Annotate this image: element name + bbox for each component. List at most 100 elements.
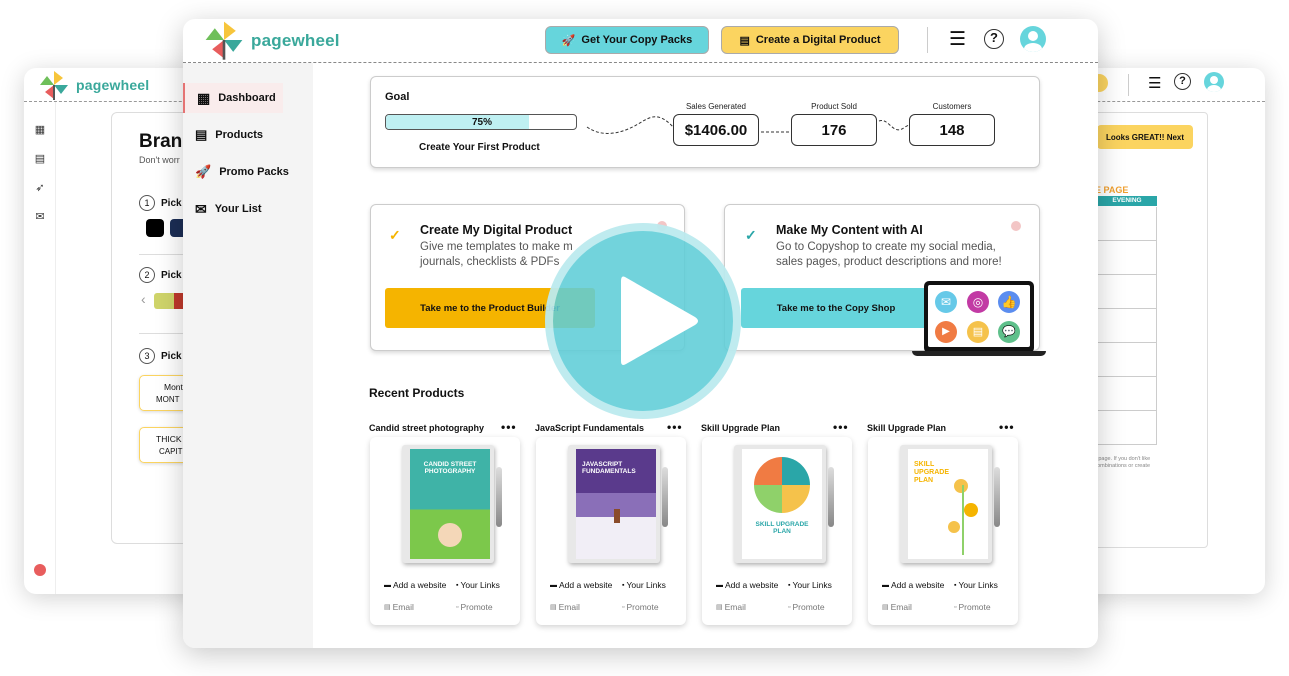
- logo-text: pagewheel: [76, 77, 150, 93]
- like-icon: 👍: [998, 291, 1020, 313]
- mail-icon: ✉: [195, 200, 207, 217]
- card-description: Give me templates to make m: [420, 241, 573, 253]
- website-icon: ▬: [882, 581, 889, 589]
- website-icon: ▬: [550, 581, 557, 589]
- hexagon-icon[interactable]: [34, 564, 46, 576]
- add-website-link[interactable]: ▬ Add a website: [550, 580, 612, 590]
- add-website-link[interactable]: ▬ Add a website: [716, 580, 778, 590]
- color-swatch-black[interactable]: [146, 219, 164, 237]
- email-icon: ▤: [384, 604, 391, 611]
- font-option-line: MONT: [156, 395, 180, 404]
- list-icon[interactable]: ☰: [949, 28, 966, 51]
- get-copy-packs-label: Get Your Copy Packs: [581, 34, 693, 46]
- planner-grid: [1089, 207, 1157, 445]
- create-digital-product-button[interactable]: ▤ Create a Digital Product: [721, 26, 899, 54]
- stat-customers: 148: [909, 114, 995, 146]
- your-links-link[interactable]: ▪ Your Links: [622, 580, 666, 590]
- product-name: Skill Upgrade Plan: [867, 423, 947, 433]
- get-copy-packs-button[interactable]: 🚀 Get Your Copy Packs: [545, 26, 709, 54]
- more-options-icon[interactable]: •••: [999, 420, 1015, 434]
- dashboard-icon[interactable]: ▦: [34, 124, 46, 136]
- more-options-icon[interactable]: •••: [501, 420, 517, 434]
- card-description: journals, checklists & PDFs: [420, 256, 560, 268]
- rocket-icon: 🚀: [195, 164, 212, 179]
- palette-swatch[interactable]: [154, 293, 174, 309]
- link-label: Email: [890, 602, 912, 612]
- your-links-link[interactable]: ▪ Your Links: [456, 580, 500, 590]
- planner-note: r combinations or create: [1091, 463, 1150, 469]
- book-cover: CANDID STREET PHOTOGRAPHY: [402, 445, 494, 563]
- sidebar-item-label: Promo Packs: [219, 166, 289, 178]
- book-cover: JAVASCRIPT FUNDAMENTALS: [568, 445, 660, 563]
- sidebar: ▦ Dashboard ▤ Products 🚀 Promo Packs ✉ Y…: [183, 63, 313, 648]
- add-website-link[interactable]: ▬ Add a website: [384, 580, 446, 590]
- link-label: Add a website: [891, 580, 945, 590]
- sidebar-item-label: Your List: [214, 203, 262, 215]
- email-link[interactable]: ▤ Email: [882, 602, 912, 612]
- document-icon: ▤: [739, 34, 750, 47]
- sidebar-item-dashboard[interactable]: ▦ Dashboard: [183, 83, 283, 113]
- check-icon: ✓: [745, 227, 757, 243]
- copy-shop-button[interactable]: Take me to the Copy Shop: [741, 288, 931, 328]
- sidebar-item-products[interactable]: ▤ Products: [183, 120, 313, 150]
- link-label: Email: [558, 602, 580, 612]
- help-icon[interactable]: ?: [984, 29, 1004, 49]
- cover-title: SKILL UPGRADE PLAN: [914, 461, 950, 484]
- help-icon[interactable]: ?: [1174, 73, 1191, 90]
- promote-link[interactable]: ▫ Promote: [954, 602, 991, 612]
- link-icon: ▪: [622, 581, 625, 589]
- email-link[interactable]: ▤ Email: [716, 602, 746, 612]
- step-label: Pick: [161, 351, 182, 362]
- cover-title: CANDID STREET PHOTOGRAPHY: [423, 461, 477, 475]
- product-card[interactable]: CANDID STREET PHOTOGRAPHY ▬ Add a website…: [370, 437, 520, 625]
- avatar[interactable]: [1204, 72, 1224, 92]
- more-options-icon[interactable]: •••: [667, 420, 683, 434]
- link-label: Promote: [626, 602, 659, 612]
- header-divider: [927, 27, 928, 53]
- background-sidebar: ▦ ▤ ➶ ✉: [24, 102, 56, 594]
- email-icon: ✉: [935, 291, 957, 313]
- link-label: Promote: [958, 602, 991, 612]
- sidebar-item-promo-packs[interactable]: 🚀 Promo Packs: [183, 157, 313, 187]
- font-option-line: Mont: [164, 382, 183, 392]
- sidebar-item-label: Products: [215, 129, 263, 141]
- pen-illustration: [662, 467, 668, 527]
- product-card[interactable]: SKILL UPGRADE PLAN ▬ Add a website ▪ Your …: [702, 437, 852, 625]
- link-label: Promote: [460, 602, 493, 612]
- card-title: Make My Content with AI: [776, 223, 923, 237]
- link-icon: ▪: [456, 581, 459, 589]
- video-play-button[interactable]: [545, 223, 741, 419]
- sidebar-item-your-list[interactable]: ✉ Your List: [183, 194, 313, 224]
- create-digital-product-label: Create a Digital Product: [755, 34, 881, 46]
- products-icon: ▤: [195, 127, 208, 142]
- email-icon: ▤: [550, 604, 557, 611]
- email-link[interactable]: ▤ Email: [550, 602, 580, 612]
- planner-section-title: E PAGE: [1095, 185, 1129, 195]
- avatar[interactable]: [1020, 26, 1046, 52]
- chat-icon: 💬: [998, 321, 1020, 343]
- brand-subtitle: Don't worr: [139, 155, 180, 165]
- product-card[interactable]: JAVASCRIPT FUNDAMENTALS ▬ Add a website ▪…: [536, 437, 686, 625]
- your-links-link[interactable]: ▪ Your Links: [954, 580, 998, 590]
- list-icon[interactable]: ☰: [1148, 74, 1161, 92]
- promote-link[interactable]: ▫ Promote: [622, 602, 659, 612]
- link-label: Your Links: [792, 580, 832, 590]
- your-links-link[interactable]: ▪ Your Links: [788, 580, 832, 590]
- looks-great-next-button[interactable]: Looks GREAT!! Next: [1097, 125, 1193, 149]
- promote-icon: ▫: [456, 603, 459, 611]
- mail-icon[interactable]: ✉: [34, 211, 46, 223]
- promote-link[interactable]: ▫ Promote: [788, 602, 825, 612]
- link-label: Your Links: [626, 580, 666, 590]
- promote-link[interactable]: ▫ Promote: [456, 602, 493, 612]
- link-label: Promote: [792, 602, 825, 612]
- rocket-icon[interactable]: ➶: [34, 182, 46, 194]
- blog-icon: ▤: [967, 321, 989, 343]
- stat-label: Product Sold: [811, 102, 857, 111]
- email-link[interactable]: ▤ Email: [384, 602, 414, 612]
- chevron-left-icon[interactable]: ‹: [141, 291, 146, 307]
- stat-label: Sales Generated: [685, 102, 747, 111]
- more-options-icon[interactable]: •••: [833, 420, 849, 434]
- products-icon[interactable]: ▤: [34, 153, 46, 165]
- add-website-link[interactable]: ▬ Add a website: [882, 580, 944, 590]
- product-card[interactable]: SKILL UPGRADE PLAN ▬ Add a website ▪ Your …: [868, 437, 1018, 625]
